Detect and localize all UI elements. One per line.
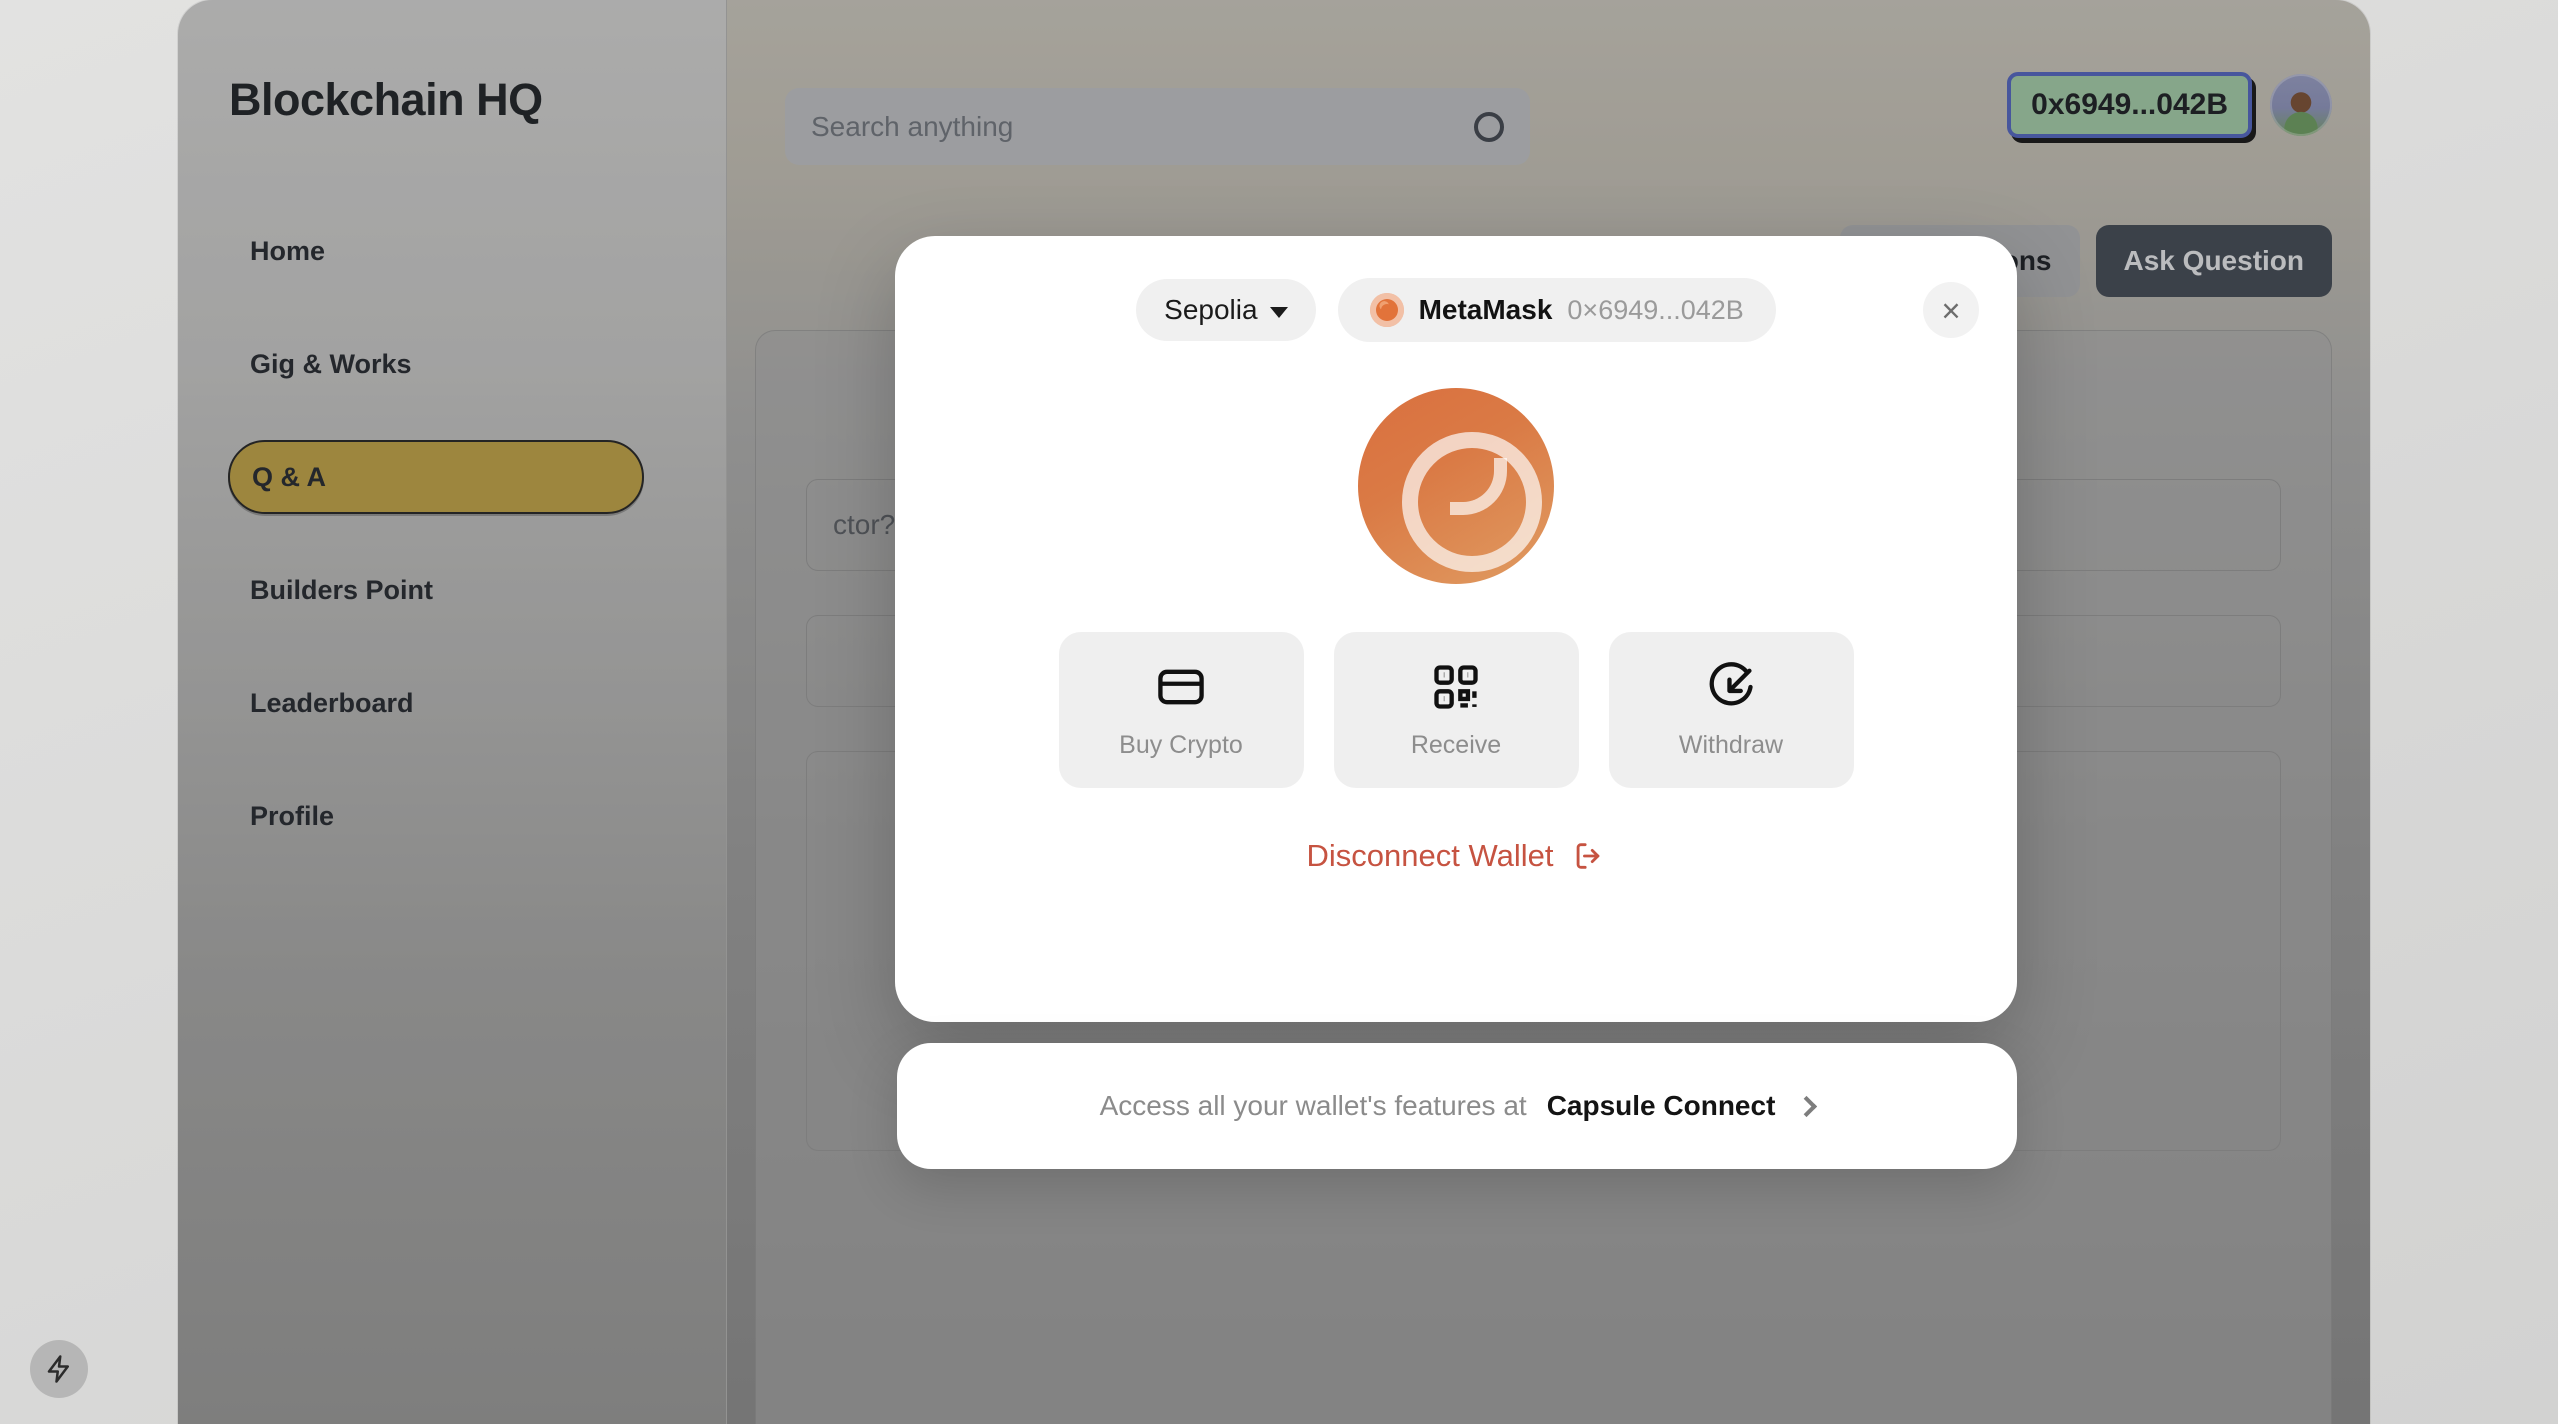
disconnect-wallet-button[interactable]: Disconnect Wallet (895, 838, 2017, 874)
network-label: Sepolia (1164, 294, 1258, 325)
banner-brand: Capsule Connect (1546, 1090, 1776, 1121)
wallet-modal-header: Sepolia MetaMask 0×6949...042B × (895, 236, 2017, 362)
action-label: Withdraw (1678, 730, 1784, 759)
desktop-backdrop: Blockchain HQ Home Gig & Works Q & A Bui… (0, 0, 2558, 1424)
app-window: Blockchain HQ Home Gig & Works Q & A Bui… (178, 0, 2370, 1424)
action-label: Receive (1410, 730, 1502, 759)
chevron-right-icon (1796, 1095, 1818, 1117)
capsule-connect-banner[interactable]: Access all your wallet's features at Cap… (897, 1043, 2017, 1169)
close-icon[interactable]: × (1923, 282, 1979, 338)
withdraw-button[interactable]: Withdraw (1608, 632, 1854, 788)
wallet-address: 0×6949...042B (1567, 294, 1744, 325)
receive-button[interactable]: Receive (1333, 632, 1579, 788)
qr-code-icon (1434, 664, 1478, 709)
chevron-down-icon (1269, 306, 1288, 318)
network-selector[interactable]: Sepolia (1136, 279, 1316, 341)
connected-wallet-pill[interactable]: MetaMask 0×6949...042B (1337, 278, 1776, 342)
banner-text: Access all your wallet's features at (1099, 1090, 1527, 1121)
wallet-name: MetaMask (1418, 294, 1553, 325)
credit-card-icon (1158, 669, 1204, 704)
wallet-modal: Sepolia MetaMask 0×6949...042B × Buy Cry… (895, 236, 2017, 1022)
action-label: Buy Crypto (1119, 730, 1243, 759)
logout-icon (1577, 843, 1600, 869)
wallet-avatar-icon (1358, 388, 1554, 584)
lightning-bolt-icon (47, 1355, 69, 1383)
withdraw-arrow-icon (1709, 661, 1753, 705)
lightning-bolt-button[interactable] (30, 1340, 88, 1398)
close-glyph: × (1941, 291, 1961, 329)
metamask-icon (1369, 293, 1404, 327)
buy-crypto-button[interactable]: Buy Crypto (1058, 632, 1304, 788)
disconnect-label: Disconnect Wallet (1306, 838, 1554, 873)
wallet-actions: Buy Crypto Receive Withdraw (895, 632, 2017, 788)
